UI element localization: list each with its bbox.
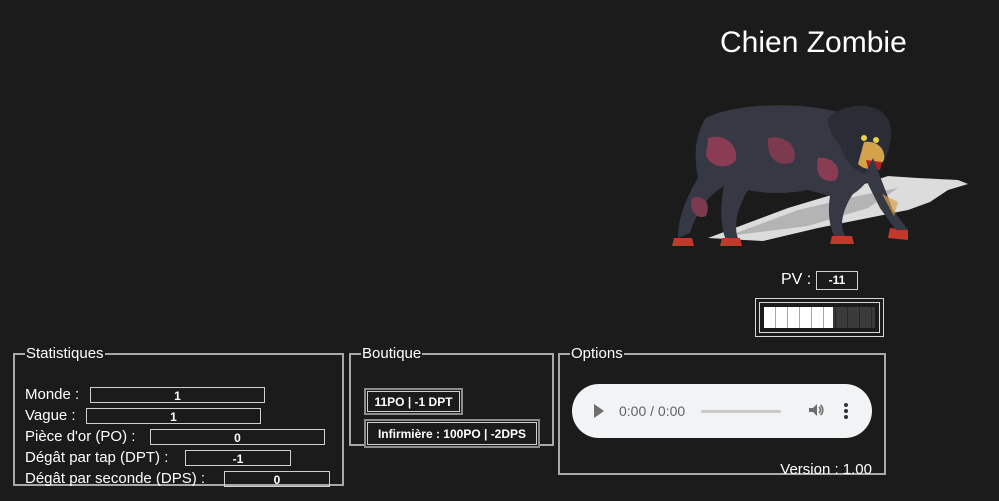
stat-value-vague: 1 <box>86 408 261 424</box>
zombie-dog-icon[interactable] <box>668 98 972 250</box>
audio-progress-slider[interactable] <box>701 410 781 413</box>
health-bar-fill <box>764 307 833 328</box>
stat-label-dpt: Dégât par tap (DPT) : <box>25 449 169 466</box>
health-bar-track <box>764 307 875 328</box>
pv-value: -11 <box>816 271 858 290</box>
stat-label-gold: Pièce d'or (PO) : <box>25 428 136 445</box>
audio-player[interactable]: 0:00 / 0:00 <box>572 384 872 438</box>
version-label: Version : 1.00 <box>780 461 872 478</box>
options-panel: Options 0:00 / 0:00 Version : 1.00 <box>558 345 886 478</box>
health-bar-inner-frame <box>759 302 880 333</box>
monster-name: Chien Zombie <box>720 26 907 59</box>
shop-panel: Boutique 11PO | -1 DPT Infirmière : 100P… <box>349 345 554 448</box>
stat-label-dps: Dégât par seconde (DPS) : <box>25 470 206 487</box>
shop-legend: Boutique <box>362 345 422 362</box>
options-legend: Options <box>571 345 623 362</box>
stat-label-vague: Vague : <box>25 407 76 424</box>
audio-time: 0:00 / 0:00 <box>619 403 686 419</box>
stat-label-monde: Monde : <box>25 386 80 403</box>
more-options-icon[interactable] <box>841 400 851 422</box>
stat-value-dps: 0 <box>224 471 330 487</box>
play-icon[interactable] <box>594 404 604 418</box>
stat-value-monde: 1 <box>90 387 265 403</box>
shop-nurse-button[interactable]: Infirmière : 100PO | -2DPS <box>364 419 540 448</box>
health-bar <box>755 298 884 337</box>
stat-value-gold: 0 <box>150 429 325 445</box>
shop-upgrade-dpt-button[interactable]: 11PO | -1 DPT <box>364 388 463 415</box>
stats-panel: Statistiques Monde : 1 Vague : 1 Pièce d… <box>13 345 344 487</box>
pv-label: PV : <box>781 271 812 288</box>
volume-icon[interactable] <box>807 401 825 419</box>
stats-legend: Statistiques <box>26 345 104 362</box>
stat-value-dpt: -1 <box>185 450 291 466</box>
